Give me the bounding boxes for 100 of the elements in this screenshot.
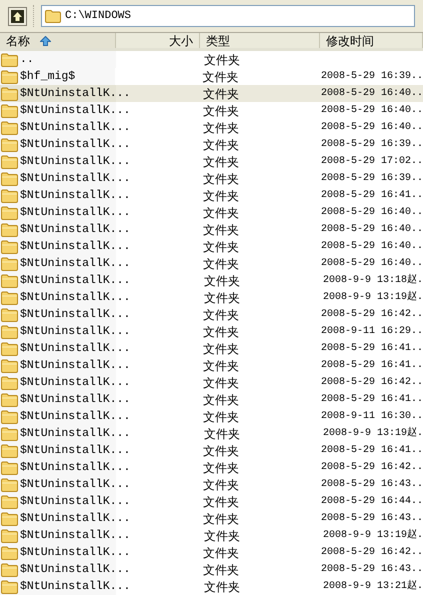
file-row[interactable]: $NtUninstallK... 文件夹 2008-5-29 16:41..: [0, 442, 423, 459]
file-row[interactable]: $NtUninstallK... 文件夹 2008-9-9 13:19赵.: [0, 289, 423, 306]
file-type: 文件夹: [203, 138, 240, 150]
file-row[interactable]: $NtUninstallK... 文件夹 2008-5-29 16:42..: [0, 459, 423, 476]
file-type: 文件夹: [203, 564, 240, 576]
folder-icon: [1, 188, 18, 202]
file-type: 文件夹: [203, 122, 240, 134]
modified-time: 2008-5-29 16:43..: [320, 478, 423, 492]
file-type: 文件夹: [203, 478, 240, 490]
modified-time: 2008-9-9 13:19赵.: [323, 290, 423, 305]
file-row[interactable]: $NtUninstallK... 文件夹 2008-5-29 16:40..: [0, 102, 423, 119]
folder-icon: [1, 392, 18, 406]
file-name: $NtUninstallK...: [20, 340, 130, 357]
file-row[interactable]: $NtUninstallK... 文件夹 2008-5-29 16:41..: [0, 357, 423, 374]
folder-icon: [1, 120, 18, 134]
file-row[interactable]: $NtUninstallK... 文件夹 2008-5-29 16:41..: [0, 187, 423, 204]
modified-time: 2008-9-9 13:19赵.: [323, 528, 423, 543]
file-row[interactable]: $NtUninstallK... 文件夹 2008-9-11 16:30..: [0, 408, 423, 425]
folder-icon: [1, 376, 18, 390]
address-field[interactable]: C:\WINDOWS: [41, 5, 415, 27]
folder-icon: [1, 580, 18, 594]
file-row[interactable]: $NtUninstallK... 文件夹 2008-5-29 16:40..: [0, 255, 423, 272]
modified-time: 2008-9-9 13:19赵.: [323, 426, 423, 441]
file-name: $NtUninstallK...: [20, 120, 130, 136]
folder-icon: [1, 494, 18, 508]
file-name: $NtUninstallK...: [20, 562, 130, 578]
file-row[interactable]: $NtUninstallK... 文件夹 2008-5-29 16:43..: [0, 476, 423, 493]
file-name: $NtUninstallK...: [20, 222, 130, 238]
folder-icon: [1, 528, 18, 542]
column-header[interactable]: 名称: [0, 33, 116, 48]
modified-time: 2008-5-29 16:42..: [320, 461, 423, 475]
modified-time: 2008-5-29 16:43..: [320, 512, 423, 526]
folder-icon: [1, 410, 18, 424]
file-row[interactable]: $NtUninstallK... 文件夹 2008-9-9 13:19赵.: [0, 527, 423, 544]
file-type: 文件夹: [203, 394, 240, 406]
file-row[interactable]: $NtUninstallK... 文件夹 2008-5-29 16:42..: [0, 306, 423, 323]
file-name: $NtUninstallK...: [20, 324, 130, 340]
file-name: $NtUninstallK...: [20, 544, 130, 561]
modified-time: 2008-5-29 16:44..: [320, 495, 423, 509]
file-row[interactable]: $NtUninstallK... 文件夹 2008-9-9 13:18赵.: [0, 272, 423, 289]
file-type: 文件夹: [203, 190, 240, 202]
file-row[interactable]: $NtUninstallK... 文件夹 2008-5-29 16:43..: [0, 510, 423, 527]
file-name: $NtUninstallK...: [20, 272, 130, 289]
file-name: $NtUninstallK...: [20, 358, 130, 374]
file-row[interactable]: $NtUninstallK... 文件夹 2008-5-29 16:39..: [0, 136, 423, 153]
column-header[interactable]: 大小: [116, 33, 200, 48]
folder-icon: [1, 342, 18, 356]
up-folder-button[interactable]: [8, 6, 27, 26]
file-name: $NtUninstallK...: [20, 528, 130, 544]
file-row[interactable]: $NtUninstallK... 文件夹 2008-5-29 16:44..: [0, 493, 423, 510]
file-row[interactable]: $NtUninstallK... 文件夹 2008-5-29 16:39..: [0, 170, 423, 187]
file-row[interactable]: $NtUninstallK... 文件夹 2008-5-29 16:42..: [0, 544, 423, 561]
file-row[interactable]: $NtUninstallK... 文件夹 2008-5-29 16:43..: [0, 561, 423, 578]
file-name: $NtUninstallK...: [20, 460, 130, 476]
file-name: $NtUninstallK...: [20, 494, 130, 510]
file-type: 文件夹: [203, 512, 240, 524]
file-type: 文件夹: [203, 172, 240, 184]
file-name: $NtUninstallK...: [20, 426, 130, 442]
file-type: 文件夹: [203, 376, 240, 388]
file-name: ..: [20, 52, 34, 68]
address-text: C:\WINDOWS: [65, 8, 132, 24]
folder-icon: [1, 478, 18, 492]
file-row[interactable]: $NtUninstallK... 文件夹 2008-5-29 16:42..: [0, 374, 423, 391]
column-header[interactable]: 类型: [200, 33, 320, 48]
file-row[interactable]: $NtUninstallK... 文件夹 2008-5-29 16:40..: [0, 85, 423, 102]
modified-time: 2008-5-29 17:02..: [320, 155, 423, 169]
modified-time: 2008-5-29 16:42..: [320, 376, 423, 390]
file-type: 文件夹: [203, 410, 240, 422]
folder-icon: [1, 546, 18, 560]
folder-icon: [1, 324, 18, 338]
file-name: $NtUninstallK...: [20, 290, 130, 306]
file-type: 文件夹: [204, 54, 240, 66]
file-row[interactable]: $NtUninstallK... 文件夹 2008-5-29 17:02..: [0, 153, 423, 170]
file-name: $NtUninstallK...: [20, 374, 130, 391]
file-row[interactable]: $NtUninstallK... 文件夹 2008-5-29 16:40..: [0, 221, 423, 238]
file-name: $NtUninstallK...: [20, 442, 130, 459]
modified-time: 2008-5-29 16:40..: [320, 87, 423, 101]
file-row[interactable]: $NtUninstallK... 文件夹 2008-5-29 16:41..: [0, 340, 423, 357]
folder-icon: [1, 154, 18, 168]
column-header[interactable]: 修改时间: [320, 33, 423, 48]
file-type: 文件夹: [203, 360, 240, 372]
file-row[interactable]: $NtUninstallK... 文件夹 2008-9-9 13:21赵.: [0, 578, 423, 595]
file-row[interactable]: $NtUninstallK... 文件夹 2008-5-29 16:40..: [0, 119, 423, 136]
file-type: 文件夹: [203, 546, 240, 558]
folder-icon: [1, 70, 18, 84]
file-row[interactable]: $hf_mig$ 文件夹 2008-5-29 16:39..: [0, 68, 423, 85]
file-name: $NtUninstallK...: [20, 392, 130, 408]
modified-time: 2008-5-29 16:41..: [320, 342, 423, 356]
file-type: 文件夹: [203, 462, 240, 474]
folder-icon: [1, 562, 18, 576]
file-name: $NtUninstallK...: [20, 510, 130, 527]
file-row[interactable]: $NtUninstallK... 文件夹 2008-9-11 16:29..: [0, 323, 423, 340]
file-type: 文件夹: [204, 274, 240, 286]
file-row[interactable]: $NtUninstallK... 文件夹 2008-9-9 13:19赵.: [0, 425, 423, 442]
file-name: $NtUninstallK...: [20, 238, 130, 255]
modified-time: 2008-5-29 16:39..: [320, 138, 423, 152]
file-row[interactable]: $NtUninstallK... 文件夹 2008-5-29 16:40..: [0, 204, 423, 221]
file-row[interactable]: $NtUninstallK... 文件夹 2008-5-29 16:40..: [0, 238, 423, 255]
file-row[interactable]: $NtUninstallK... 文件夹 2008-5-29 16:41..: [0, 391, 423, 408]
modified-time: 2008-9-9 13:18赵.: [323, 273, 423, 288]
